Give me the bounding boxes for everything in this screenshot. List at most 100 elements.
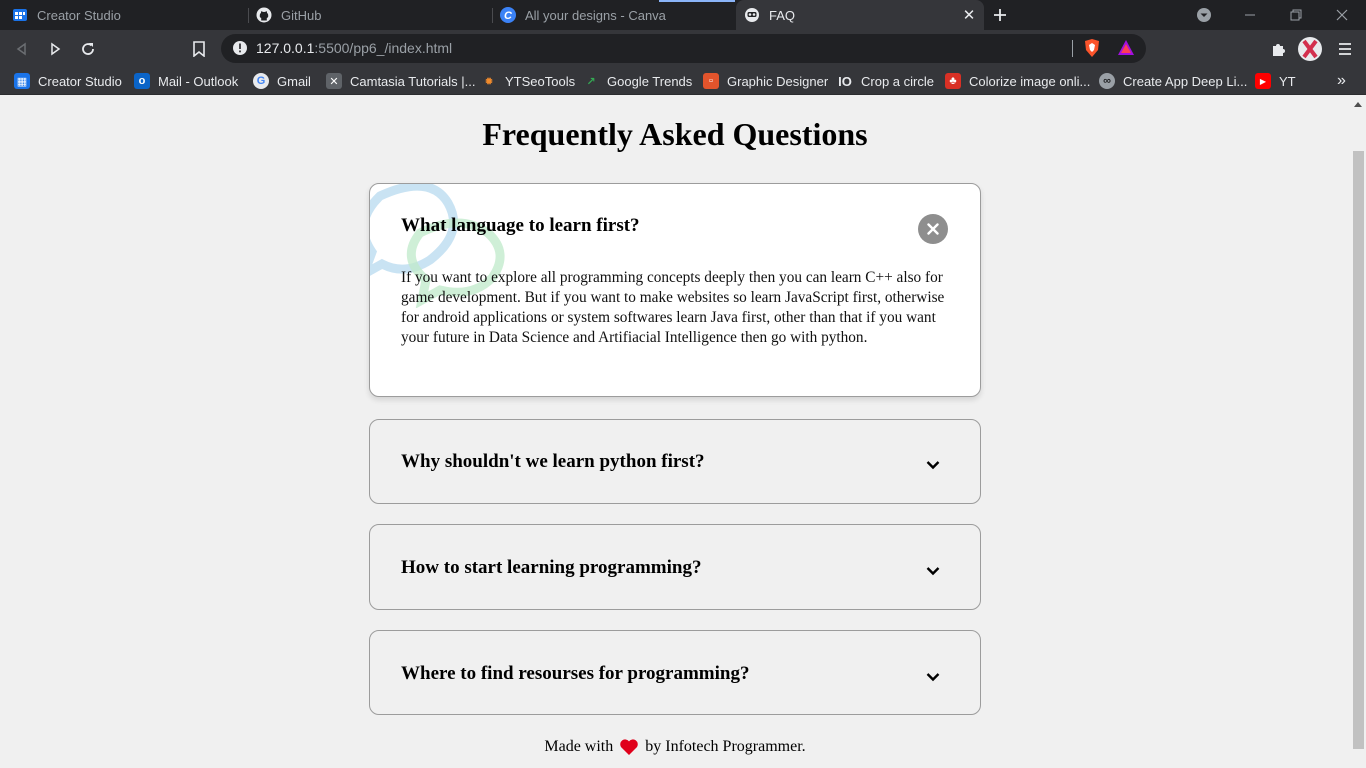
forward-arrow-icon — [51, 42, 61, 56]
bookmark-label: YTSeoTools — [505, 73, 576, 89]
tab-title: FAQ — [769, 7, 796, 23]
bookmark-camtasia[interactable]: ✕ Camtasia Tutorials |... — [326, 67, 475, 95]
page-title: Frequently Asked Questions — [482, 116, 868, 152]
bookmark-label: Camtasia Tutorials |... — [350, 73, 476, 89]
close-icon — [927, 223, 939, 235]
tab-separator — [248, 8, 249, 23]
tab-title: All your designs - Canva — [525, 7, 666, 23]
scroll-up-arrow-icon[interactable] — [1354, 102, 1362, 107]
bookmark-ytseotools[interactable]: ✹ YTSeoTools — [481, 67, 575, 95]
chevron-down-icon — [926, 461, 940, 470]
bookmark-label: Crop a circle — [861, 73, 934, 89]
faq-expand-button[interactable] — [918, 450, 948, 480]
bookmark-yt[interactable]: ▶ YT — [1255, 67, 1296, 95]
close-tab-icon[interactable]: ✕ — [960, 6, 978, 24]
tab-title: Creator Studio — [37, 7, 121, 23]
creator-studio-icon: ▦ — [14, 73, 30, 89]
url-path: :5500/pp6_/index.html — [314, 40, 453, 56]
reload-button[interactable] — [76, 37, 100, 61]
faq-item-expanded: What language to learn first? If you wan… — [369, 183, 981, 397]
svg-text:C: C — [504, 10, 513, 22]
brave-rewards-icon[interactable] — [1117, 39, 1135, 57]
page-scrollbar[interactable] — [1350, 96, 1366, 768]
ytseotools-icon: ✹ — [484, 75, 494, 88]
profile-avatar[interactable] — [1298, 37, 1322, 61]
bookmarks-overflow-button[interactable]: » — [1337, 67, 1346, 95]
google-icon: G — [253, 73, 269, 89]
youtube-icon: ▶ — [1255, 73, 1271, 89]
bookmark-page-button[interactable] — [187, 37, 211, 61]
back-arrow-icon — [16, 42, 26, 56]
chevron-down-icon — [926, 567, 940, 576]
minimize-button[interactable] — [1227, 0, 1273, 30]
bookmark-create-app[interactable]: ∞ Create App Deep Li... — [1099, 67, 1247, 95]
chevron-down-circle-icon — [1197, 8, 1211, 22]
bookmark-creator-studio[interactable]: ▦ Creator Studio — [14, 67, 122, 95]
chevron-down-icon — [926, 673, 940, 682]
creator-studio-icon — [12, 7, 28, 23]
puzzle-icon — [1273, 44, 1285, 56]
hamburger-menu-icon — [1339, 43, 1351, 55]
canva-icon: C — [500, 7, 516, 23]
extensions-button[interactable] — [1267, 37, 1291, 61]
crop-circle-icon: IO — [838, 73, 852, 89]
faq-favicon-icon — [744, 7, 760, 23]
tab-faq[interactable]: FAQ ✕ — [736, 0, 984, 30]
bookmark-crop-circle[interactable]: IO Crop a circle — [837, 67, 934, 95]
address-bar[interactable]: 127.0.0.1:5500/pp6_/index.html — [221, 34, 1146, 63]
faq-item[interactable]: Where to find resourses for programming? — [369, 630, 981, 715]
github-icon — [256, 7, 272, 23]
bookmark-label: Google Trends — [607, 73, 693, 89]
faq-item[interactable]: Why shouldn't we learn python first? — [369, 419, 981, 504]
outlook-icon: o — [134, 73, 150, 89]
faq-item[interactable]: How to start learning programming? — [369, 524, 981, 610]
footer: Made with by Infotech Programmer. — [0, 738, 1350, 756]
camtasia-icon: ✕ — [326, 73, 342, 89]
browser-toolbar: 127.0.0.1:5500/pp6_/index.html — [0, 30, 1366, 67]
link-icon: ∞ — [1099, 73, 1115, 89]
footer-text-before: Made with — [544, 738, 614, 755]
tab-separator — [492, 8, 493, 23]
close-window-button[interactable] — [1319, 0, 1365, 30]
tab-canva[interactable]: C All your designs - Canva — [500, 0, 732, 30]
omnibox-divider — [1072, 40, 1073, 57]
bookmark-gmail[interactable]: G Gmail — [253, 67, 311, 95]
bookmark-label: YT — [1279, 73, 1296, 89]
faq-expand-button[interactable] — [918, 662, 948, 692]
restore-button[interactable] — [1273, 0, 1319, 30]
faq-expand-button[interactable] — [918, 556, 948, 586]
bookmark-google-trends[interactable]: ↗ Google Trends — [583, 67, 692, 95]
faq-question[interactable]: Where to find resourses for programming? — [401, 663, 750, 685]
url-host: 127.0.0.1 — [256, 40, 315, 56]
tab-title: GitHub — [281, 7, 322, 23]
bookmark-label: Colorize image onli... — [969, 73, 1091, 89]
bookmark-graphic-designer[interactable]: ▫ Graphic Designer — [703, 67, 828, 95]
tab-github[interactable]: GitHub — [256, 0, 488, 30]
graphic-designer-icon: ▫ — [703, 73, 719, 89]
menu-button[interactable] — [1333, 37, 1357, 61]
brave-shields-icon[interactable] — [1083, 38, 1101, 58]
tab-search-button[interactable] — [1181, 0, 1227, 30]
bookmarks-bar: ▦ Creator Studio o Mail - Outlook G Gmai… — [0, 67, 1366, 95]
faq-question[interactable]: Why shouldn't we learn python first? — [401, 451, 705, 473]
bookmark-icon — [193, 41, 205, 57]
bookmark-mail-outlook[interactable]: o Mail - Outlook — [134, 67, 238, 95]
url-text[interactable]: 127.0.0.1:5500/pp6_/index.html — [256, 40, 452, 56]
bookmark-label: Graphic Designer — [727, 73, 829, 89]
tab-creator-studio[interactable]: Creator Studio — [12, 0, 244, 30]
heart-icon — [620, 739, 638, 755]
back-button[interactable] — [10, 37, 34, 61]
colorize-icon: ♣ — [945, 73, 961, 89]
faq-question[interactable]: What language to learn first? — [401, 215, 640, 237]
browser-tab-strip: Creator Studio GitHub C All your designs… — [0, 0, 1366, 30]
faq-question[interactable]: How to start learning programming? — [401, 557, 701, 579]
new-tab-button[interactable] — [988, 3, 1012, 27]
faq-close-button[interactable] — [918, 214, 948, 244]
trends-icon: ↗ — [586, 75, 596, 88]
forward-button[interactable] — [43, 37, 67, 61]
page-viewport: Frequently Asked Questions What language… — [0, 96, 1350, 768]
bookmark-label: Create App Deep Li... — [1123, 73, 1248, 89]
scrollbar-thumb[interactable] — [1353, 151, 1364, 749]
info-icon[interactable] — [232, 40, 248, 56]
bookmark-colorize[interactable]: ♣ Colorize image onli... — [945, 67, 1090, 95]
